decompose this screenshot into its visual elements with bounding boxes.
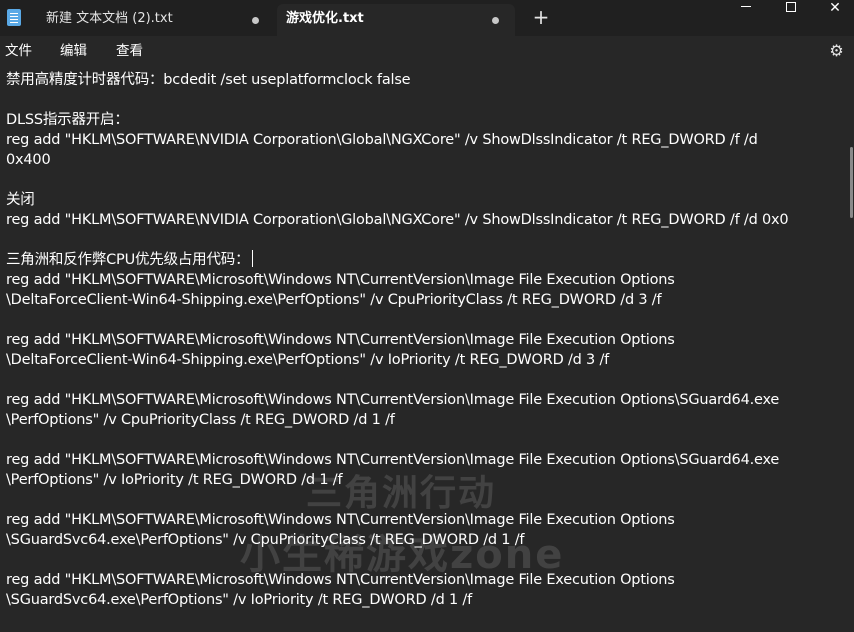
text-line: \PerfOptions" /v IoPriority /t REG_DWORD… bbox=[6, 472, 343, 488]
unsaved-dot-icon[interactable] bbox=[252, 17, 259, 24]
menu-view[interactable]: 查看 bbox=[116, 42, 143, 60]
text-line: 0x400 bbox=[6, 152, 51, 168]
menu-edit[interactable]: 编辑 bbox=[60, 42, 87, 60]
text-line-with-caret: 三角洲和反作弊CPU优先级占用代码： bbox=[6, 250, 254, 270]
scrollbar-thumb[interactable] bbox=[850, 147, 853, 218]
text-line: reg add "HKLM\SOFTWARE\Microsoft\Windows… bbox=[6, 452, 780, 468]
new-tab-button[interactable]: + bbox=[530, 7, 552, 29]
maximize-button[interactable] bbox=[768, 0, 814, 18]
text-line: \PerfOptions" /v CpuPriorityClass /t REG… bbox=[6, 412, 395, 428]
settings-gear-icon[interactable]: ⚙ bbox=[828, 42, 845, 59]
text-line: reg add "HKLM\SOFTWARE\NVIDIA Corporatio… bbox=[6, 212, 789, 228]
minimize-icon bbox=[741, 5, 751, 7]
tab-label: 游戏优化.txt bbox=[286, 11, 364, 26]
text-line: \SGuardSvc64.exe\PerfOptions" /v IoPrior… bbox=[6, 592, 473, 608]
menu-bar: 文件 编辑 查看 bbox=[0, 36, 854, 66]
text-line: 禁用高精度计时器代码：bcdedit /set useplatformclock… bbox=[6, 72, 411, 88]
title-bar: 新建 文本文档 (2).txt 游戏优化.txt + ✕ bbox=[0, 0, 854, 36]
notepad-icon bbox=[7, 9, 21, 26]
close-button[interactable]: ✕ bbox=[812, 0, 854, 18]
text-line: reg add "HKLM\SOFTWARE\Microsoft\Windows… bbox=[6, 272, 675, 288]
menu-file[interactable]: 文件 bbox=[5, 42, 32, 60]
text-caret bbox=[252, 250, 254, 267]
watermark-line-2: 小生稀游戏zone bbox=[240, 532, 565, 578]
watermark-line-1: 三角洲行动 bbox=[306, 473, 497, 514]
text-line: reg add "HKLM\SOFTWARE\Microsoft\Windows… bbox=[6, 392, 780, 408]
tab-game-optimization[interactable]: 游戏优化.txt bbox=[277, 4, 515, 36]
text-line: reg add "HKLM\SOFTWARE\NVIDIA Corporatio… bbox=[6, 132, 758, 148]
tab-label: 新建 文本文档 (2).txt bbox=[46, 11, 173, 26]
text-line: \DeltaForceClient-Win64-Shipping.exe\Per… bbox=[6, 352, 610, 368]
text-line: 关闭 bbox=[6, 192, 35, 208]
close-icon: ✕ bbox=[829, 0, 841, 16]
text-line: reg add "HKLM\SOFTWARE\Microsoft\Windows… bbox=[6, 332, 675, 348]
vertical-scrollbar[interactable] bbox=[849, 66, 854, 632]
text-line: DLSS指示器开启： bbox=[6, 112, 129, 128]
text-line-content: 三角洲和反作弊CPU优先级占用代码： bbox=[6, 252, 250, 268]
maximize-icon bbox=[786, 1, 796, 12]
minimize-button[interactable] bbox=[723, 0, 769, 18]
unsaved-dot-icon[interactable] bbox=[492, 17, 499, 24]
text-line: \DeltaForceClient-Win64-Shipping.exe\Per… bbox=[6, 292, 662, 308]
tab-new-text-document[interactable]: 新建 文本文档 (2).txt bbox=[30, 4, 274, 36]
